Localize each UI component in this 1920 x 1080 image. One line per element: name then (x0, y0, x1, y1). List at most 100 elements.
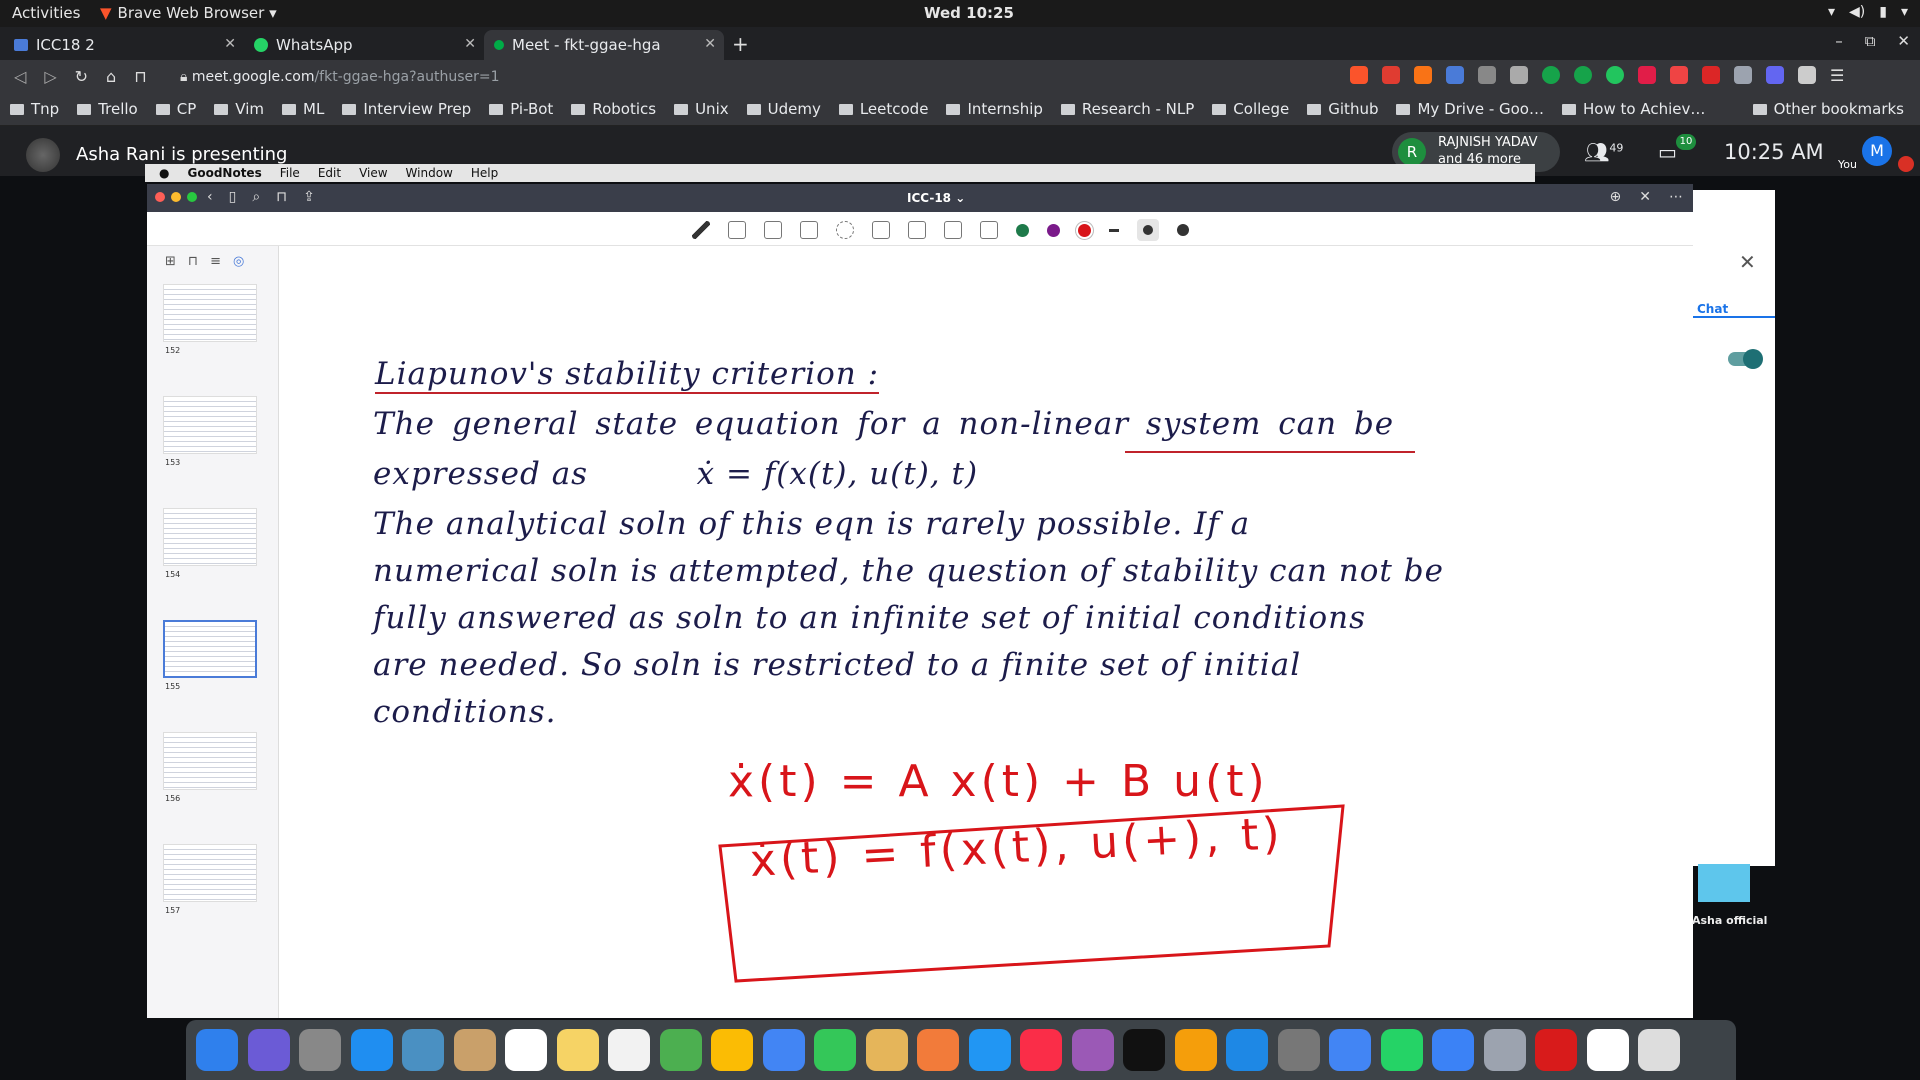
close-icon[interactable]: ✕ (224, 36, 236, 52)
folder-icon (1562, 104, 1576, 115)
thick-stroke-icon (1177, 224, 1189, 236)
dock-app-icon (1174, 1029, 1217, 1071)
url-field[interactable]: 🔒︎ meet.google.com/fkt-ggae-hga?authuser… (180, 66, 1360, 90)
bookmark-item[interactable]: Interview Prep (342, 100, 471, 118)
bookmark-item[interactable]: Github (1307, 100, 1378, 118)
bookmark-item[interactable]: Udemy (746, 100, 821, 118)
extension-icon[interactable] (1638, 66, 1656, 84)
bookmark-item[interactable]: ML (282, 100, 324, 118)
minimize-icon[interactable]: – (1835, 32, 1843, 50)
bookmark-item[interactable]: How to Achiev… (1562, 100, 1705, 118)
close-panel-icon[interactable]: ✕ (1739, 250, 1756, 274)
bookmark-label: Research - NLP (1081, 100, 1195, 118)
extension-icon[interactable] (1414, 66, 1432, 84)
volume-icon: ◀) (1849, 4, 1866, 20)
presenting-label: Asha Rani is presenting (76, 144, 288, 165)
page-thumbnail[interactable] (163, 732, 257, 790)
extension-icon[interactable] (1478, 66, 1496, 84)
page-thumbnail[interactable] (163, 620, 257, 678)
system-tray[interactable]: ▾ ◀) ▮ ▾ (1828, 4, 1908, 20)
extension-icon[interactable] (1670, 66, 1688, 84)
page-thumbnail[interactable] (163, 508, 257, 566)
close-window-icon[interactable]: ✕ (1897, 32, 1910, 50)
ink-color-green (1016, 223, 1029, 237)
back-icon[interactable]: ◁ (14, 67, 26, 86)
drawing-toolbar (147, 212, 1693, 246)
restore-icon[interactable]: ⧉ (1865, 32, 1876, 50)
titlebar-left-icons: ‹ ▯ ⌕ ⊓ ⇪ (207, 189, 315, 205)
address-bar-row: ◁ ▷ ↻ ⌂ ⊓ 🔒︎ meet.google.com/fkt-ggae-hg… (0, 60, 1920, 94)
page-thumbnail[interactable] (163, 284, 257, 342)
eraser-icon (728, 221, 746, 239)
ink-color-red (1078, 223, 1091, 237)
bookmark-item[interactable]: Internship (946, 100, 1043, 118)
home-icon[interactable]: ⌂ (106, 67, 116, 86)
page-number: 154 (165, 570, 181, 579)
document-title: ICC-18 ⌄ (907, 191, 966, 205)
other-bookmarks[interactable]: Other bookmarks (1752, 100, 1904, 118)
participant-tile (1698, 864, 1750, 902)
close-icon[interactable]: ✕ (704, 36, 716, 52)
extension-icon[interactable] (1798, 66, 1816, 84)
bookmark-item[interactable]: Robotics (571, 100, 656, 118)
bookmark-label: Leetcode (859, 100, 929, 118)
forward-icon[interactable]: ▷ (44, 67, 56, 86)
brave-shield-icon[interactable] (1350, 66, 1368, 84)
people-icon: 👥︎ (1584, 140, 1610, 164)
page-thumbnail[interactable] (163, 844, 257, 902)
browser-app-menu[interactable]: ▼ Brave Web Browser ▾ (100, 4, 277, 22)
extension-icon[interactable] (1606, 66, 1624, 84)
note-page: Liapunov's stability criterion : The gen… (280, 246, 1693, 1018)
activities-button[interactable]: Activities (12, 4, 80, 22)
extension-icon[interactable] (1510, 66, 1528, 84)
bookmark-item[interactable]: CP (155, 100, 196, 118)
self-avatar[interactable]: M (1862, 136, 1892, 166)
translate-icon[interactable] (1446, 66, 1464, 84)
grid-icon: ⊞ (165, 254, 176, 269)
dock-app-icon (1329, 1029, 1371, 1071)
bookmark-item[interactable]: Research - NLP (1060, 100, 1195, 118)
tab-icc18[interactable]: ICC18 2 ✕ (4, 30, 244, 60)
tab-whatsapp[interactable]: WhatsApp ✕ (244, 30, 484, 60)
highlighter-icon (764, 221, 782, 239)
chat-toggle[interactable] (1728, 349, 1763, 369)
window-controls: – ⧉ ✕ (1835, 32, 1910, 50)
page-number: 155 (165, 682, 181, 691)
extension-icon[interactable] (1734, 66, 1752, 84)
menu-icon[interactable]: ☰ (1830, 66, 1848, 85)
bookmark-item[interactable]: Leetcode (838, 100, 929, 118)
grammarly-icon[interactable] (1542, 66, 1560, 84)
bookmark-label: Trello (98, 100, 138, 118)
menu-arrow-icon: ▾ (1900, 4, 1908, 20)
wifi-icon: ▾ (1827, 4, 1836, 20)
folder-icon (282, 104, 296, 115)
extension-icon[interactable] (1702, 66, 1720, 84)
bookmark-item[interactable]: My Drive - Goo… (1396, 100, 1544, 118)
bookmark-item[interactable]: College (1212, 100, 1289, 118)
chat-button[interactable]: ▭ 10 (1658, 134, 1696, 164)
people-button[interactable]: 👥︎49 (1584, 140, 1623, 164)
brave-rewards-icon[interactable] (1382, 66, 1400, 84)
bookmark-label: Github (1328, 100, 1379, 118)
tab-chat[interactable]: Chat (1697, 302, 1728, 316)
dock-app-icon (1380, 1029, 1423, 1071)
tab-meet[interactable]: Meet - fkt-ggae-hga ✕ (484, 30, 724, 60)
close-icon[interactable]: ✕ (464, 36, 476, 52)
bookmark-item[interactable]: Vim (214, 100, 264, 118)
goodnotes-window: ‹ ▯ ⌕ ⊓ ⇪ ICC-18 ⌄ ⊕ ✕ ⋯ ⊞ ⊓ ≡ ◎ 152 153… (147, 184, 1693, 1018)
new-tab-icon[interactable]: + (732, 32, 749, 56)
reload-icon[interactable]: ↻ (75, 67, 88, 86)
extension-icon[interactable] (1766, 66, 1784, 84)
system-clock[interactable]: Wed 10:25 (924, 4, 1014, 22)
folder-icon (77, 104, 92, 115)
bookmark-item[interactable]: Tnp (10, 100, 59, 118)
page-thumbnail[interactable] (163, 396, 257, 454)
bookmark-item[interactable]: Trello (77, 100, 138, 118)
bookmark-icon[interactable]: ⊓ (134, 67, 146, 86)
laser-icon (980, 221, 998, 239)
grammarly-icon[interactable] (1574, 66, 1592, 84)
bookmark-item[interactable]: Pi-Bot (489, 100, 553, 118)
camera-icon (908, 221, 926, 239)
mic-muted-icon (1898, 156, 1914, 172)
bookmark-item[interactable]: Unix (674, 100, 729, 118)
